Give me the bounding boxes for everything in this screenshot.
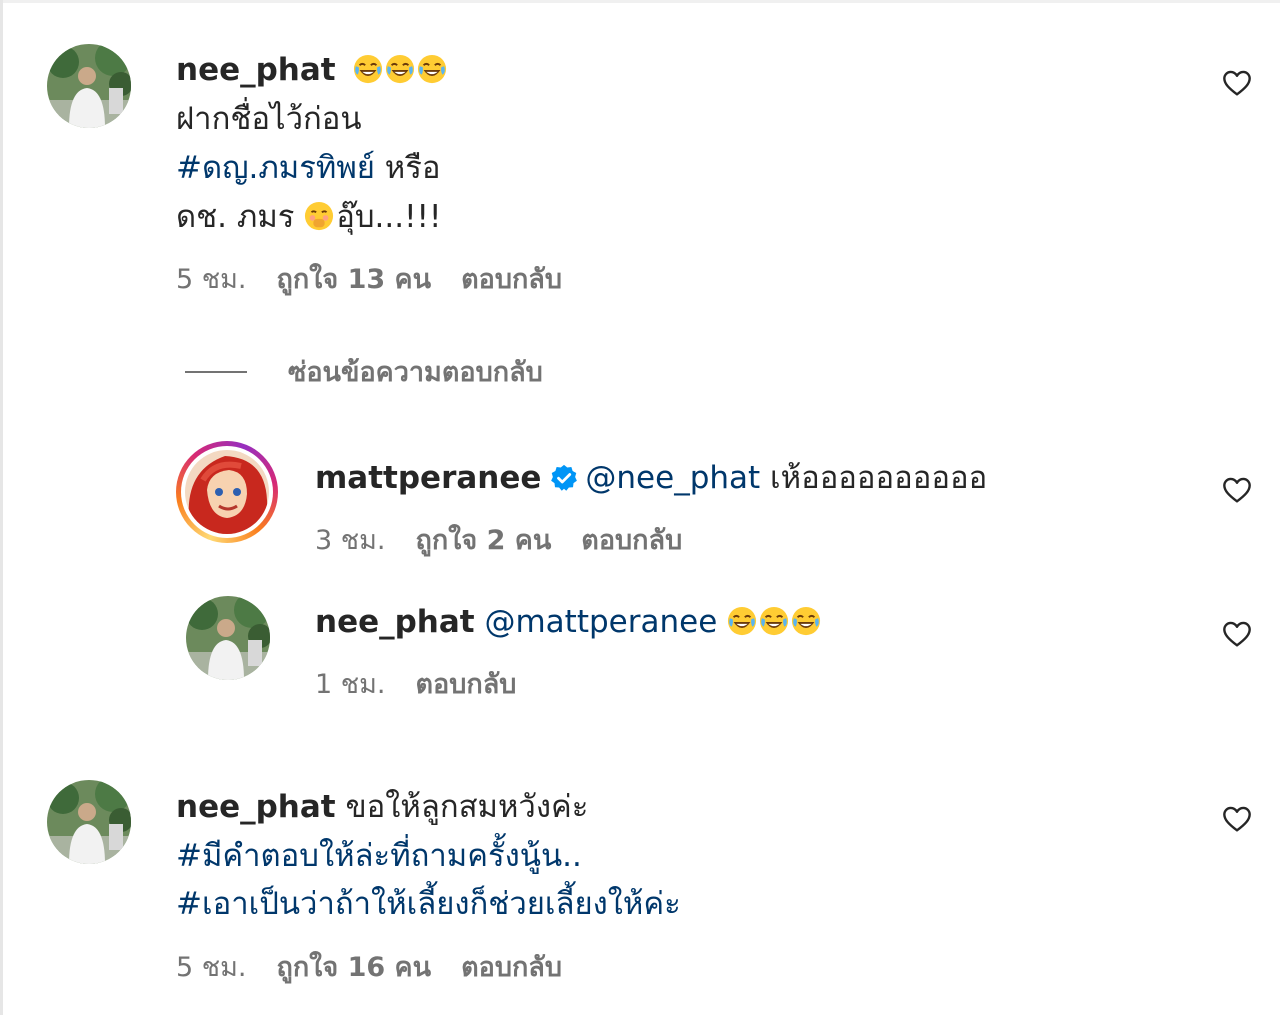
mention-link[interactable]: @nee_phat [585, 460, 760, 496]
top-border [0, 0, 1280, 3]
user-photo [47, 780, 131, 864]
comment-text-line: #ดญ.ภมรทิพย์ หรือ [176, 148, 441, 188]
reply-button[interactable]: ตอบกลับ [461, 951, 562, 985]
like-heart-icon[interactable] [1221, 803, 1253, 835]
comment-text: อุ๊บ...!!! [336, 199, 442, 235]
reply-text: เห้ออออออออออ [760, 460, 988, 496]
story-avatar[interactable] [176, 441, 278, 543]
likes-count[interactable]: ถูกใจ 16 คน [276, 951, 431, 985]
reply-time[interactable]: 1 ชม. [315, 668, 385, 702]
mention-link[interactable]: @mattperanee [484, 604, 717, 640]
laughing-tears-emoji [727, 606, 757, 636]
comment-text-line: #มีคำตอบให้ล่ะที่ถามครั้งนู้น.. [176, 836, 582, 876]
like-heart-icon[interactable] [1221, 618, 1253, 650]
user-photo [186, 596, 270, 680]
hush-emoji [304, 201, 334, 231]
verified-badge-icon [551, 464, 578, 491]
avatar[interactable] [47, 780, 131, 864]
comment-text: หรือ [374, 150, 441, 186]
likes-count[interactable]: ถูกใจ 2 คน [415, 524, 551, 558]
comment-meta: 5 ชม. ถูกใจ 16 คน ตอบกลับ [176, 951, 562, 985]
comment-meta: 5 ชม. ถูกใจ 13 คน ตอบกลับ [176, 263, 562, 297]
like-heart-icon[interactable] [1221, 67, 1253, 99]
laughing-tears-emoji [791, 606, 821, 636]
reply-header: nee_phat @mattperanee [315, 602, 823, 642]
replies-divider [185, 371, 247, 373]
reply-button[interactable]: ตอบกลับ [415, 668, 516, 702]
comment-header: nee_phat [176, 50, 449, 90]
reply-username[interactable]: mattperanee [315, 460, 541, 496]
hashtag-link[interactable]: #ดญ.ภมรทิพย์ [176, 150, 375, 186]
comment-username[interactable]: nee_phat [176, 789, 336, 825]
hashtag-link[interactable]: #เอาเป็นว่าถ้าให้เลี้ยงก็ช่วยเลี้ยงให้ค่… [176, 886, 681, 922]
comment-text-line: ดช. ภมร อุ๊บ...!!! [176, 197, 441, 237]
reply-meta: 1 ชม. ตอบกลับ [315, 668, 516, 702]
laughing-tears-emoji [417, 54, 447, 84]
like-heart-icon[interactable] [1221, 474, 1253, 506]
reply-button[interactable]: ตอบกลับ [581, 524, 682, 558]
hide-replies-button[interactable]: ซ่อนข้อความตอบกลับ [288, 356, 543, 390]
reply-meta: 3 ชม. ถูกใจ 2 คน ตอบกลับ [315, 524, 682, 558]
comment-text-line: #เอาเป็นว่าถ้าให้เลี้ยงก็ช่วยเลี้ยงให้ค่… [176, 884, 681, 924]
comment-header: nee_phat ขอให้ลูกสมหวังค่ะ [176, 787, 588, 827]
reply-username[interactable]: nee_phat [315, 604, 475, 640]
hashtag-link[interactable]: #มีคำตอบให้ล่ะที่ถามครั้งนู้น.. [176, 838, 582, 874]
avatar[interactable] [186, 596, 270, 680]
left-border [0, 0, 3, 1015]
likes-count[interactable]: ถูกใจ 13 คน [276, 263, 431, 297]
reply-button[interactable]: ตอบกลับ [461, 263, 562, 297]
comment-text: ดช. ภมร [176, 199, 305, 235]
laughing-tears-emoji [353, 54, 383, 84]
comment-username[interactable]: nee_phat [176, 52, 336, 88]
user-photo [47, 44, 131, 128]
laughing-tears-emoji [385, 54, 415, 84]
comment-text: ฝากชื่อไว้ก่อน [176, 101, 362, 137]
comment-text: ขอให้ลูกสมหวังค่ะ [335, 789, 589, 825]
comment-text-line: ฝากชื่อไว้ก่อน [176, 99, 362, 139]
avatar[interactable] [47, 44, 131, 128]
laughing-tears-emoji [759, 606, 789, 636]
reply-header: mattperanee @nee_phat เห้ออออออออออ [315, 458, 987, 498]
cartoon-avatar-image [185, 450, 269, 534]
reply-time[interactable]: 3 ชม. [315, 524, 385, 558]
comment-time[interactable]: 5 ชม. [176, 951, 246, 985]
hide-replies-label: ซ่อนข้อความตอบกลับ [288, 357, 543, 388]
comment-time[interactable]: 5 ชม. [176, 263, 246, 297]
